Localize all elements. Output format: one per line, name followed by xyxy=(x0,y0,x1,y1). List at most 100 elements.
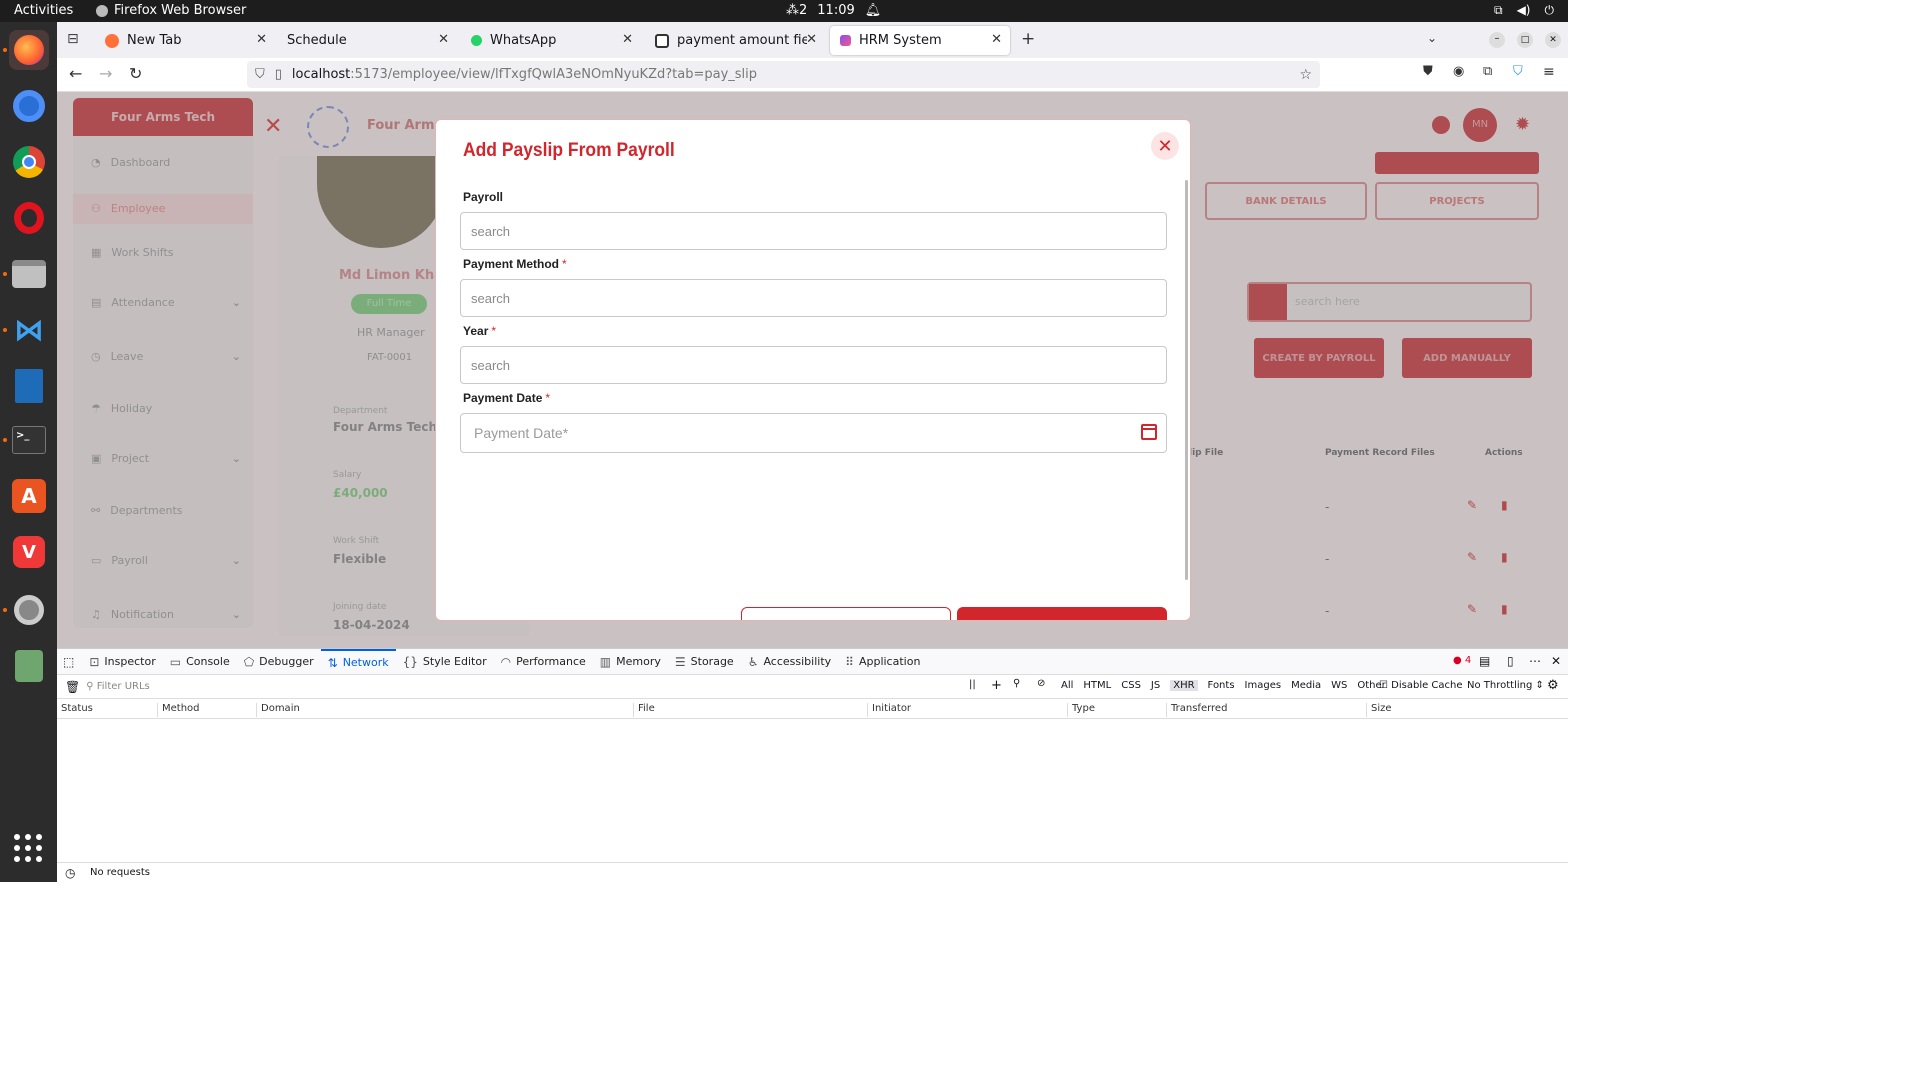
tab-whatsapp[interactable]: WhatsApp ✕ xyxy=(461,26,641,55)
close-tab-icon[interactable]: ✕ xyxy=(806,32,817,47)
search-icon[interactable]: ⚲ xyxy=(1013,678,1020,689)
column-domain[interactable]: Domain xyxy=(256,703,300,717)
tab-accessibility[interactable]: ♿︎ Accessibility xyxy=(741,649,838,675)
settings-gear-icon[interactable]: ⚙ xyxy=(1547,678,1559,693)
vivaldi-dock-icon[interactable]: V xyxy=(9,532,49,572)
tab-overflow-chevron-icon[interactable]: ⌄ xyxy=(1427,31,1437,45)
column-status[interactable]: Status xyxy=(57,703,93,717)
submit-button[interactable] xyxy=(957,607,1167,620)
tab-debugger[interactable]: ⬠ Debugger xyxy=(237,649,321,675)
close-modal-button[interactable]: ✕ xyxy=(1151,132,1179,160)
error-count-badge[interactable]: ● 4 xyxy=(1453,655,1471,666)
page-info-icon[interactable]: ▯ xyxy=(275,67,282,82)
app-center-dock-icon[interactable]: A xyxy=(9,476,49,516)
column-method[interactable]: Method xyxy=(157,703,200,717)
split-console-icon[interactable]: ▤ xyxy=(1479,654,1490,668)
tab-payment-amount[interactable]: payment amount field is ✕ xyxy=(645,26,825,55)
column-initiator[interactable]: Initiator xyxy=(867,703,911,717)
console-icon: ▭ xyxy=(169,654,182,669)
vscode-dock-icon[interactable]: ⋈ xyxy=(9,310,49,350)
show-apps-icon[interactable] xyxy=(14,834,42,862)
block-icon[interactable]: ⊘ xyxy=(1037,678,1045,689)
payment-method-search-input[interactable]: search xyxy=(460,279,1167,317)
tab-style-editor[interactable]: {} Style Editor xyxy=(396,649,494,675)
tab-schedule[interactable]: Schedule ✕ xyxy=(277,26,457,55)
modal-scrollbar[interactable] xyxy=(1185,180,1188,580)
account-icon[interactable]: ◉ xyxy=(1453,64,1464,79)
settings-dock-icon[interactable] xyxy=(9,590,49,630)
filter-media[interactable]: Media xyxy=(1291,680,1321,691)
trash-dock-icon[interactable] xyxy=(9,646,49,686)
opera-dock-icon[interactable] xyxy=(9,198,49,238)
writer-dock-icon[interactable] xyxy=(9,366,49,406)
payment-date-label: Payment Date * xyxy=(463,391,551,405)
tab-memory[interactable]: ▥ Memory xyxy=(593,649,668,675)
filter-all[interactable]: All xyxy=(1061,680,1073,691)
tab-hrm-system[interactable]: HRM System ✕ xyxy=(830,26,1010,55)
activities-button[interactable]: Activities xyxy=(14,3,73,18)
system-tray[interactable]: ⧉ ◀) ⏻ xyxy=(1494,3,1554,18)
payroll-search-input[interactable]: search xyxy=(460,212,1167,250)
column-type[interactable]: Type xyxy=(1067,703,1095,717)
column-file[interactable]: File xyxy=(633,703,655,717)
files-dock-icon[interactable] xyxy=(9,254,49,294)
shield-icon[interactable]: ⛉ xyxy=(255,67,265,82)
new-tab-icon[interactable]: + xyxy=(1021,29,1035,49)
trash-icon[interactable]: 🗑︎ xyxy=(65,680,80,694)
bookmark-star-icon[interactable]: ☆ xyxy=(1299,67,1312,83)
hamburger-menu-icon[interactable]: ≡ xyxy=(1543,64,1555,80)
minimize-window-icon[interactable]: – xyxy=(1489,32,1505,48)
terminal-dock-icon[interactable]: >_ xyxy=(9,420,49,460)
filter-css[interactable]: CSS xyxy=(1121,680,1141,691)
pick-element-icon[interactable]: ⬚ xyxy=(63,655,74,669)
close-tab-icon[interactable]: ✕ xyxy=(622,32,633,47)
chromium-dock-icon[interactable] xyxy=(9,86,49,126)
filter-xhr[interactable]: XHR xyxy=(1170,680,1198,691)
extensions-icon[interactable]: ⧉ xyxy=(1483,64,1492,79)
close-tab-icon[interactable]: ✕ xyxy=(438,32,449,47)
tab-application[interactable]: ⠿ Application xyxy=(838,649,927,675)
tab-console[interactable]: ▭ Console xyxy=(163,649,237,675)
column-size[interactable]: Size xyxy=(1366,703,1392,717)
close-window-icon[interactable]: ✕ xyxy=(1545,32,1561,48)
tab-list-icon[interactable]: ⊟ xyxy=(67,31,79,47)
chrome-dock-icon[interactable] xyxy=(9,142,49,182)
filter-ws[interactable]: WS xyxy=(1331,680,1347,691)
throttling-select[interactable]: No Throttling ⇕ xyxy=(1467,680,1544,691)
calendar-icon[interactable] xyxy=(1141,424,1157,440)
pause-icon[interactable]: || xyxy=(969,679,976,690)
clock[interactable]: ⁂2 11:09 🔔︎ xyxy=(786,3,881,18)
time-label: 11:09 xyxy=(817,3,855,18)
firefox-dock-icon[interactable] xyxy=(9,30,49,70)
back-icon[interactable]: ← xyxy=(69,64,82,83)
dock-side-icon[interactable]: ▯ xyxy=(1507,654,1514,668)
filter-urls-input[interactable]: ⚲ Filter URLs xyxy=(86,681,150,692)
disable-cache-checkbox[interactable]: ☐ Disable Cache xyxy=(1379,680,1463,691)
cancel-button[interactable] xyxy=(741,607,951,620)
column-transferred[interactable]: Transferred xyxy=(1166,703,1227,717)
network-status-bar: ◷ No requests xyxy=(57,862,1568,882)
close-devtools-icon[interactable]: ✕ xyxy=(1551,654,1561,668)
close-tab-icon[interactable]: ✕ xyxy=(991,32,1002,47)
bitwarden-icon[interactable]: ⛉ xyxy=(1513,64,1523,79)
reload-icon[interactable]: ↻ xyxy=(129,64,142,83)
tab-storage[interactable]: ☰ Storage xyxy=(668,649,741,675)
filter-js[interactable]: JS xyxy=(1151,680,1160,691)
filter-fonts[interactable]: Fonts xyxy=(1208,680,1235,691)
tab-network[interactable]: ⇅ Network xyxy=(320,648,396,675)
filter-html[interactable]: HTML xyxy=(1083,680,1111,691)
add-icon[interactable]: + xyxy=(991,678,1002,693)
more-options-icon[interactable]: ⋯ xyxy=(1529,654,1541,668)
tab-new-tab[interactable]: New Tab ✕ xyxy=(95,26,275,55)
payment-date-input[interactable]: Payment Date* xyxy=(460,413,1167,453)
forward-icon[interactable]: → xyxy=(99,64,112,83)
tab-performance[interactable]: ◠ Performance xyxy=(494,649,593,675)
url-bar[interactable]: ⛉ ▯ localhost:5173/employee/view/lfTxgfQ… xyxy=(247,61,1320,88)
tab-inspector[interactable]: ⊡ Inspector xyxy=(82,649,162,675)
app-menu[interactable]: Firefox Web Browser xyxy=(96,3,246,18)
close-tab-icon[interactable]: ✕ xyxy=(256,32,267,47)
maximize-window-icon[interactable]: □ xyxy=(1517,32,1533,48)
filter-images[interactable]: Images xyxy=(1245,680,1282,691)
pocket-icon[interactable]: ⛊ xyxy=(1423,64,1433,79)
year-search-input[interactable]: search xyxy=(460,346,1167,384)
